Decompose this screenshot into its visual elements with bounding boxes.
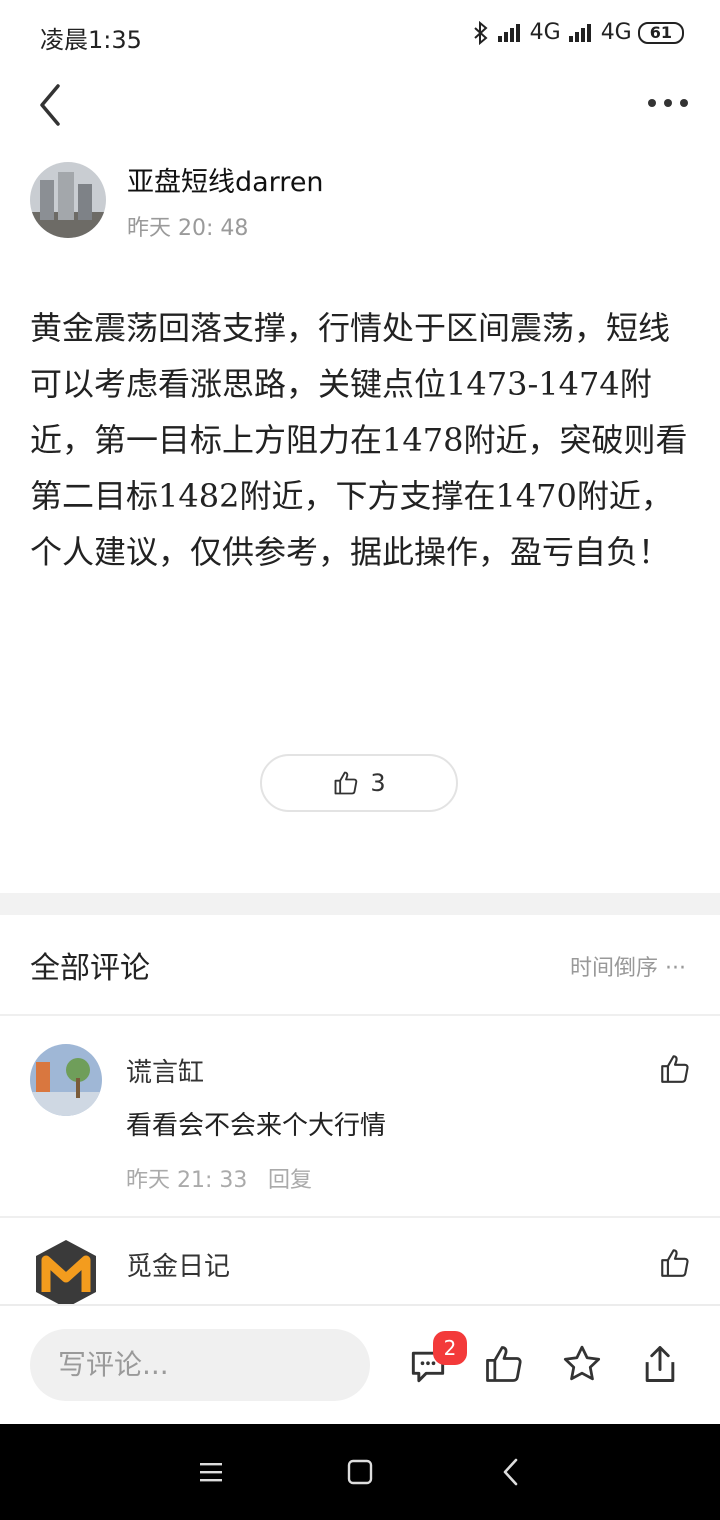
back-triangle-icon <box>503 1458 518 1486</box>
like-button[interactable] <box>482 1342 526 1386</box>
battery-indicator: 61 <box>637 21 684 44</box>
post-time: 昨天 20: 48 <box>127 216 249 241</box>
comment-input[interactable]: 写评论... <box>30 1329 370 1401</box>
thumbs-up-icon <box>486 1346 522 1382</box>
back-nav-button[interactable] <box>496 1456 526 1492</box>
comment-text: 看看会不会来个大行情 <box>126 1111 387 1141</box>
author-avatar[interactable] <box>30 162 106 238</box>
signal-icon <box>497 23 520 42</box>
back-arrow-icon <box>40 84 60 126</box>
network-label-1: 4G <box>529 20 561 45</box>
favorite-button[interactable] <box>560 1342 604 1386</box>
thumbs-up-icon <box>661 1055 689 1083</box>
comment-avatar[interactable] <box>30 1044 102 1116</box>
home-square-icon <box>347 1459 373 1485</box>
comment-count-badge: 2 <box>433 1331 467 1365</box>
post-like-button[interactable]: 3 <box>260 754 458 812</box>
star-icon <box>563 1345 601 1381</box>
more-dots-icon <box>648 99 688 107</box>
comment-like-button[interactable] <box>658 1246 692 1280</box>
sort-button[interactable]: 时间倒序 ··· <box>570 950 686 982</box>
like-count: 3 <box>370 769 386 797</box>
status-time: 凌晨1:35 <box>40 26 142 54</box>
status-bar: 凌晨1:35 4G 4G 61 <box>0 0 720 72</box>
section-divider <box>0 893 720 915</box>
menu-nav-button[interactable] <box>196 1458 226 1490</box>
sort-label: 时间倒序 <box>570 956 659 981</box>
signal-icon-2 <box>568 23 591 42</box>
comment-like-button[interactable] <box>658 1052 692 1086</box>
thumbs-up-icon <box>334 771 358 795</box>
comment-reply-button[interactable]: 回复 <box>268 1162 312 1194</box>
post-content: 黄金震荡回落支撑，行情处于区间震荡，短线可以考虑看涨思路，关键点位1473-14… <box>30 309 688 571</box>
share-icon <box>645 1346 675 1382</box>
network-label-2: 4G <box>600 20 632 45</box>
comment-avatar[interactable] <box>30 1238 102 1310</box>
comment-author[interactable]: 谎言缸 <box>126 1052 204 1089</box>
author-name[interactable]: 亚盘短线darren <box>127 160 324 199</box>
back-button[interactable] <box>30 80 70 130</box>
comment-divider <box>0 1216 720 1218</box>
bluetooth-icon <box>473 20 488 45</box>
comments-title: 全部评论 <box>30 951 150 986</box>
more-options-button[interactable] <box>644 88 692 118</box>
home-nav-button[interactable] <box>345 1457 375 1491</box>
share-button[interactable] <box>638 1342 682 1386</box>
comment-time: 昨天 21: 33 <box>126 1168 248 1193</box>
comments-header-divider <box>0 1014 720 1016</box>
status-icons: 4G 4G 61 <box>472 20 684 45</box>
system-nav-bar <box>0 1424 720 1520</box>
comment-author[interactable]: 觅金日记 <box>126 1246 230 1283</box>
thumbs-up-icon <box>661 1249 689 1277</box>
menu-icon <box>200 1463 222 1482</box>
sort-dots-icon: ··· <box>665 956 686 981</box>
